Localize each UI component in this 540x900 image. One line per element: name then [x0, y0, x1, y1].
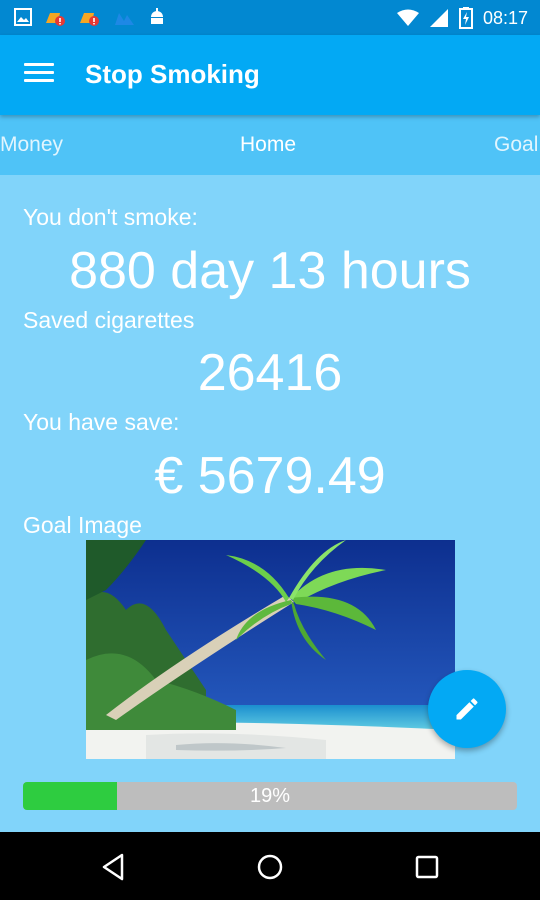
- home-content: You don't smoke: 880 day 13 hours Saved …: [0, 175, 540, 832]
- pencil-icon: [456, 698, 478, 720]
- home-icon[interactable]: [253, 850, 287, 884]
- cleaner-alert-icon: [46, 13, 65, 26]
- tab-bar: Money Home Goal: [0, 115, 540, 175]
- status-bar: 08:17: [0, 0, 540, 35]
- money-saved-value: € 5679.49: [154, 447, 386, 505]
- money-saved-label: You have save:: [23, 409, 180, 435]
- goal-image-label: Goal Image: [23, 512, 142, 538]
- beach-palm-image: [86, 540, 455, 759]
- goal-image: [86, 540, 455, 759]
- app-title: Stop Smoking: [85, 59, 260, 89]
- goal-progress-bar: 19%: [23, 782, 517, 810]
- battery-charging-icon: [458, 7, 473, 29]
- progress-label: 19%: [249, 785, 291, 807]
- status-time: 08:17: [482, 8, 528, 28]
- navigation-bar: [0, 832, 540, 900]
- tab-money[interactable]: Money: [0, 133, 63, 157]
- notification-icons: [14, 7, 166, 27]
- back-icon[interactable]: [96, 850, 130, 884]
- gallery-icon: [14, 8, 32, 26]
- saved-cigarettes-label: Saved cigarettes: [23, 307, 195, 333]
- smoke-free-label: You don't smoke:: [23, 204, 198, 230]
- smoke-free-value: 880 day 13 hours: [69, 242, 471, 300]
- cloud-icon: [115, 13, 134, 25]
- edit-goal-button[interactable]: [428, 670, 506, 748]
- signal-icon: [429, 9, 448, 27]
- menu-icon[interactable]: [24, 63, 54, 87]
- android-icon: [151, 8, 163, 24]
- system-icons: 08:17: [396, 6, 528, 30]
- app-bar: Stop Smoking: [0, 35, 540, 115]
- tab-home[interactable]: Home: [240, 133, 296, 157]
- tab-goal[interactable]: Goal: [494, 133, 538, 157]
- saved-cigarettes-value: 26416: [197, 344, 343, 402]
- recents-icon[interactable]: [410, 850, 444, 884]
- wifi-icon: [396, 9, 419, 26]
- cleaner-alert-icon: [80, 13, 99, 26]
